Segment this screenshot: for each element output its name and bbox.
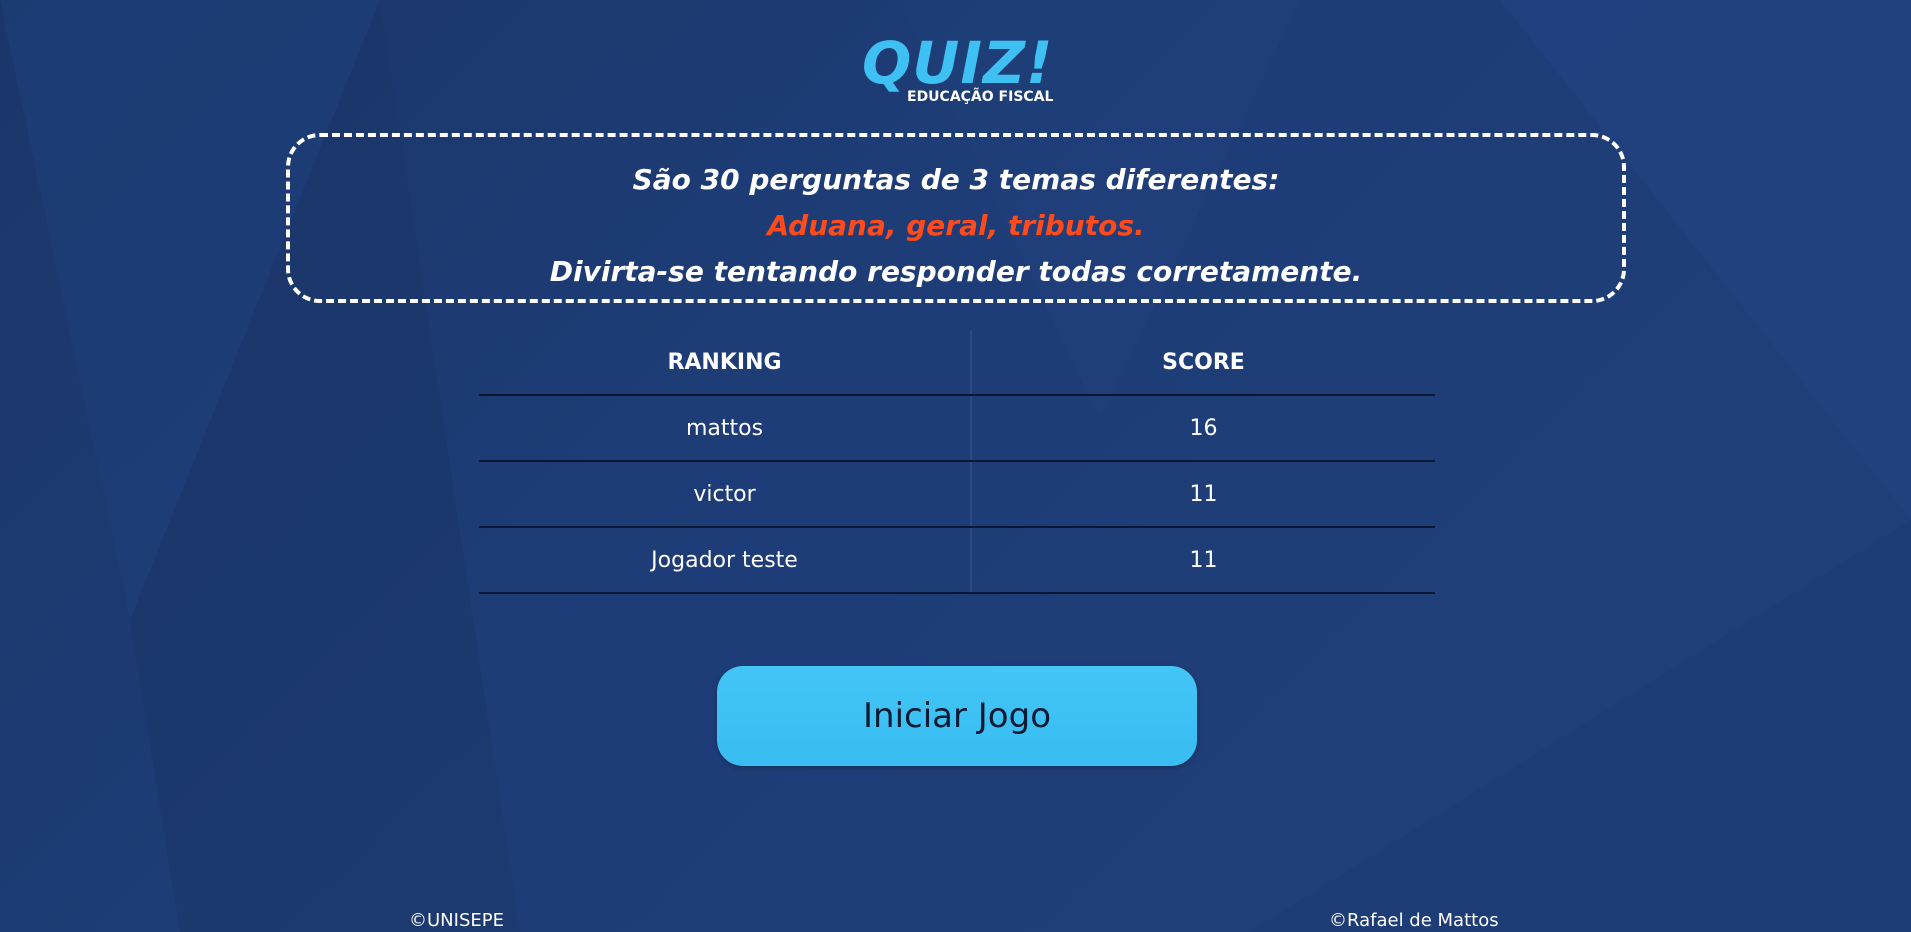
player-score: 11: [971, 461, 1435, 528]
start-game-button[interactable]: Iniciar Jogo: [717, 666, 1197, 766]
ranking-column-header: RANKING: [479, 330, 972, 396]
player-score: 16: [971, 395, 1435, 462]
info-box: São 30 perguntas de 3 temas diferentes: …: [286, 133, 1626, 303]
player-score: 11: [971, 527, 1435, 594]
logo-subtitle: EDUCAÇÃO FISCAL: [907, 89, 1054, 105]
footer-copyright-author: ©Rafael de Mattos: [1329, 910, 1499, 931]
table-row: mattos 16: [479, 395, 1435, 462]
table-row: victor 11: [479, 461, 1435, 528]
score-column-header: SCORE: [971, 330, 1435, 396]
footer-copyright-unisepe: ©UNISEPE: [409, 910, 504, 931]
ranking-header-row: RANKING SCORE: [479, 330, 1435, 396]
quiz-logo: QUIZ! EDUCAÇÃO FISCAL: [862, 30, 1062, 110]
logo-title: QUIZ!: [862, 29, 1054, 97]
info-line-topics: Aduana, geral, tributos.: [767, 209, 1145, 242]
ranking-table: RANKING SCORE mattos 16 victor 11 Jogado…: [479, 330, 1435, 594]
info-line-encouragement: Divirta-se tentando responder todas corr…: [549, 255, 1363, 288]
table-row: Jogador teste 11: [479, 527, 1435, 594]
player-name: Jogador teste: [479, 527, 972, 594]
player-name: victor: [479, 461, 972, 528]
player-name: mattos: [479, 395, 972, 462]
info-line-questions: São 30 perguntas de 3 temas diferentes:: [632, 163, 1280, 196]
